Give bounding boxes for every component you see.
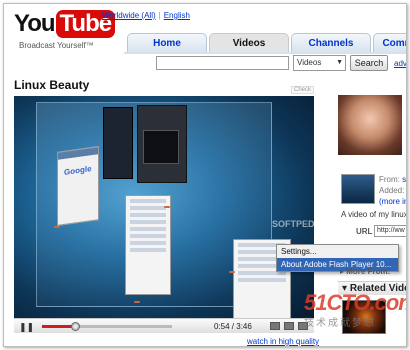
tab-channels[interactable]: Channels	[291, 33, 371, 53]
advanced-search-link[interactable]: adv	[394, 59, 406, 68]
chat-window-image	[125, 195, 171, 295]
from-label: From:	[379, 175, 400, 184]
fish-decoration	[229, 271, 235, 273]
seek-progress	[42, 325, 75, 328]
desktop-cube-image: Google	[36, 102, 291, 318]
seek-handle[interactable]	[70, 322, 80, 331]
separator: |	[158, 11, 161, 20]
high-quality-link[interactable]: watch in high quality	[247, 337, 319, 346]
language-link[interactable]: English	[164, 11, 190, 20]
softpedia-watermark: SOFTPEDIA	[272, 219, 324, 229]
url-label: URL	[356, 227, 373, 236]
fish-decoration	[164, 206, 170, 208]
volume-icon[interactable]	[270, 322, 280, 330]
time-display: 0:54 / 3:46	[214, 322, 252, 331]
tab-home[interactable]: Home	[127, 33, 207, 53]
media-player-window-image	[137, 105, 187, 183]
search-category-value: Videos	[297, 58, 322, 67]
video-title: Linux Beauty	[14, 78, 90, 92]
region-link[interactable]: Worldwide (All)	[102, 11, 156, 20]
tab-videos[interactable]: Videos	[209, 33, 289, 53]
quality-icon[interactable]	[284, 322, 294, 330]
player-controls: ❚❚ 0:54 / 3:46	[14, 318, 314, 333]
added-label: Added: F	[379, 186, 406, 195]
terminal-window-image	[103, 107, 133, 179]
watermark-logo: 51CTO.com	[304, 290, 407, 315]
more-info-link[interactable]: (more info	[379, 196, 406, 207]
browser-window-image: Google	[57, 146, 99, 226]
search-input[interactable]	[156, 56, 289, 70]
logo-tagline: Broadcast Yourself™	[19, 41, 94, 50]
region-language-links: Worldwide (All) | English	[102, 11, 190, 20]
search-button[interactable]: Search	[350, 55, 388, 71]
search-category-select[interactable]: Videos ▼	[293, 55, 346, 71]
video-player[interactable]: Google	[14, 96, 314, 318]
tab-community[interactable]: Comm	[373, 33, 406, 53]
browser-frame: You Tube Broadcast Yourself™ Worldwide (A…	[3, 3, 407, 347]
more-from-toggle[interactable]: ▸ More From:	[340, 267, 390, 276]
uploader-info: From: sa Added: F (more info	[379, 174, 406, 207]
uploader-link[interactable]: sa	[402, 175, 406, 184]
seek-bar[interactable]	[42, 325, 172, 328]
tabbar-underline	[124, 52, 406, 54]
flag-button[interactable]: Check	[291, 86, 315, 94]
video-description: A video of my linux	[341, 210, 407, 219]
url-field[interactable]: http://ww	[374, 225, 406, 237]
watermark-subtitle: 技术成就梦想	[304, 318, 376, 329]
chevron-down-icon: ▼	[336, 59, 343, 66]
uploader-thumbnail[interactable]	[341, 174, 375, 204]
logo-you-text: You	[14, 10, 56, 37]
youtube-logo[interactable]: You Tube Broadcast Yourself™	[14, 10, 116, 50]
menu-item-settings[interactable]: Settings...	[277, 245, 398, 258]
fish-decoration	[54, 226, 60, 228]
fish-decoration	[134, 301, 140, 303]
avatar[interactable]	[338, 95, 402, 155]
pause-icon[interactable]: ❚❚	[19, 322, 34, 333]
